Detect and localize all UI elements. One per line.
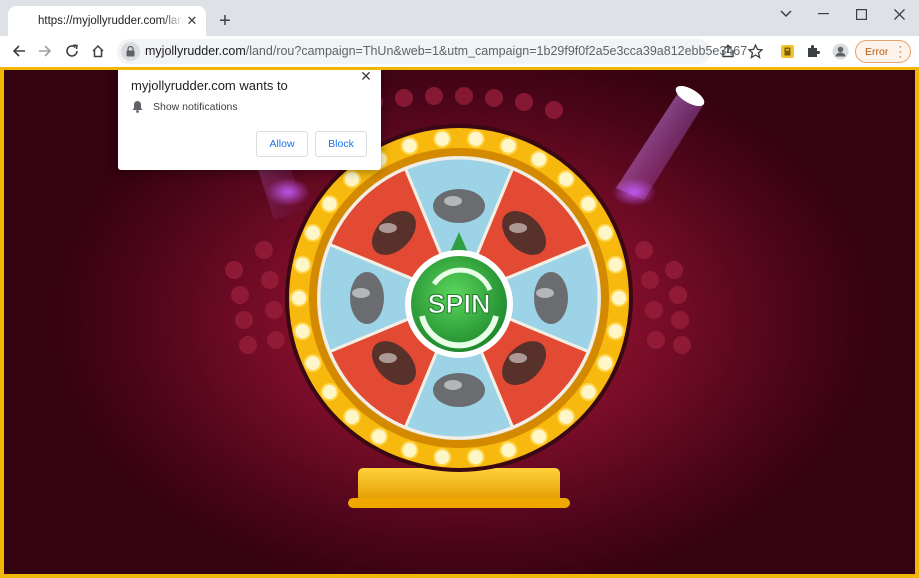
rim-bulb — [433, 448, 452, 467]
tab-strip: https://myjollyrudder.com/land/rou?campa… — [0, 0, 919, 36]
rim-bulb — [320, 383, 339, 402]
rim-bulb — [530, 150, 548, 169]
error-label: Error — [865, 45, 889, 58]
extensions-puzzle-icon[interactable] — [801, 39, 825, 63]
url-host: myjollyrudder.com — [145, 44, 246, 58]
extension-icon[interactable] — [775, 39, 799, 63]
tab-title: https://myjollyrudder.com/land/rou?campa… — [38, 15, 184, 27]
rim-bulb — [557, 170, 576, 189]
rim-bulb — [342, 170, 361, 189]
rim-bulb — [342, 407, 361, 426]
rim-bulb — [293, 255, 312, 274]
forward-icon[interactable] — [33, 39, 57, 63]
rim-bulb — [466, 448, 485, 467]
rim-bulb — [499, 441, 518, 460]
tab-search-icon[interactable] — [772, 4, 800, 24]
rim-bulb — [606, 255, 625, 274]
car-icon — [433, 189, 485, 223]
gift-box-icon — [350, 272, 384, 324]
close-icon[interactable]: ✕ — [359, 70, 373, 84]
browser-window: https://myjollyrudder.com/land/rou?campa… — [0, 0, 919, 578]
tab-close-icon[interactable]: ✕ — [184, 13, 200, 29]
maximize-icon[interactable] — [847, 4, 875, 24]
lock-icon[interactable] — [121, 42, 140, 61]
spotlight-right — [612, 85, 705, 206]
rim-bulb — [606, 322, 625, 341]
rim-bulb — [433, 129, 452, 148]
rim-bulb — [303, 223, 322, 242]
bell-icon — [132, 101, 143, 113]
rim-bulb — [466, 129, 485, 148]
smartphone-icon — [534, 272, 568, 324]
rim-bulb — [579, 383, 598, 402]
toolbar: myjollyrudder.com/land/rou?campaign=ThUn… — [0, 36, 919, 67]
rim-bulb — [370, 427, 388, 446]
url-path: /land/rou?campaign=ThUn&web=1&utm_campai… — [245, 44, 748, 58]
profile-avatar-icon[interactable] — [828, 39, 852, 63]
menu-icon[interactable]: · · · — [898, 42, 902, 63]
spin-wheel-stage: SPIN myjollyrudder.com wants to ✕ Show n… — [4, 70, 915, 574]
share-icon[interactable] — [716, 39, 740, 63]
rim-bulb — [293, 322, 312, 341]
notification-permission-popup: myjollyrudder.com wants to ✕ Show notifi… — [118, 70, 381, 170]
block-button[interactable]: Block — [315, 131, 367, 157]
browser-tab[interactable]: https://myjollyrudder.com/land/rou?campa… — [8, 6, 206, 36]
rim-bulb — [596, 354, 615, 373]
rim-bulb — [557, 407, 576, 426]
permission-row: Show notifications — [132, 100, 238, 113]
new-tab-icon[interactable]: + — [214, 10, 236, 32]
rim-bulb — [320, 194, 339, 213]
rim-bulb — [579, 194, 598, 213]
url-text: myjollyrudder.com/land/rou?campaign=ThUn… — [145, 44, 747, 58]
close-window-icon[interactable] — [885, 4, 913, 24]
page-content: SPIN myjollyrudder.com wants to ✕ Show n… — [0, 67, 919, 578]
permission-label: Show notifications — [153, 100, 238, 113]
reload-icon[interactable] — [60, 39, 84, 63]
address-bar[interactable]: myjollyrudder.com/land/rou?campaign=ThUn… — [117, 39, 747, 64]
allow-button[interactable]: Allow — [256, 131, 308, 157]
rim-bulb — [400, 136, 419, 155]
permission-title: myjollyrudder.com wants to — [131, 78, 288, 93]
error-button[interactable]: Error · · · — [855, 40, 911, 63]
wheel-stand — [348, 468, 570, 508]
rim-bulb — [530, 427, 548, 446]
rim-bulb — [499, 136, 518, 155]
bookmark-star-icon[interactable] — [743, 39, 767, 63]
spin-label[interactable]: SPIN — [427, 289, 491, 320]
home-icon[interactable] — [86, 39, 110, 63]
rim-bulb — [290, 289, 308, 307]
rim-bulb — [610, 289, 628, 307]
back-icon[interactable] — [7, 39, 31, 63]
coffee-machine-icon — [433, 373, 485, 407]
rim-bulb — [303, 354, 322, 373]
rim-bulb — [400, 441, 419, 460]
rim-bulb — [596, 223, 615, 242]
minimize-icon[interactable] — [809, 4, 837, 24]
